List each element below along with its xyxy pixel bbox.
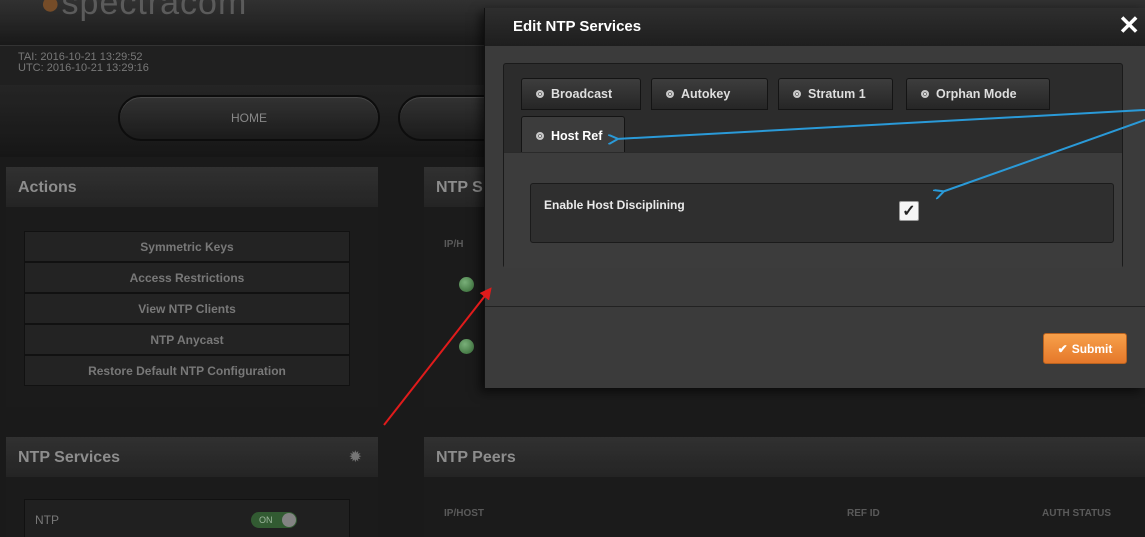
- radio-bullet-icon: [793, 90, 801, 98]
- radio-bullet-icon: [536, 90, 544, 98]
- modal-body: Broadcast Autokey Stratum 1 Orphan Mode …: [503, 63, 1123, 268]
- modal-title: Edit NTP Services: [513, 18, 642, 35]
- tab-broadcast[interactable]: Broadcast: [521, 78, 641, 110]
- tab-stratum-1[interactable]: Stratum 1: [778, 78, 893, 110]
- tab-orphan-mode[interactable]: Orphan Mode: [906, 78, 1050, 110]
- radio-bullet-icon: [666, 90, 674, 98]
- tab-host-ref-label: Host Ref: [551, 128, 603, 143]
- tab-stratum-1-label: Stratum 1: [808, 87, 866, 101]
- tab-host-ref[interactable]: Host Ref: [521, 116, 625, 154]
- tab-orphan-mode-label: Orphan Mode: [936, 87, 1017, 101]
- enable-host-disciplining-label: Enable Host Disciplining: [544, 198, 685, 212]
- submit-label: Submit: [1071, 341, 1113, 356]
- app-window: ●spectracom TAI: 2016-10-21 13:29:52 UTC…: [0, 0, 1145, 537]
- checkmark-icon: ✓: [902, 203, 916, 220]
- check-icon: ✔: [1057, 341, 1068, 356]
- radio-bullet-icon: [921, 90, 929, 98]
- enable-host-disciplining-row: Enable Host Disciplining ✓: [530, 183, 1114, 243]
- submit-button[interactable]: ✔ Submit: [1043, 333, 1127, 364]
- host-ref-tab-content: Enable Host Disciplining ✓: [504, 152, 1122, 268]
- close-icon[interactable]: ✕: [1118, 10, 1140, 40]
- tab-autokey-label: Autokey: [681, 87, 731, 101]
- modal-header: Edit NTP Services ✕: [485, 8, 1145, 46]
- radio-bullet-icon: [536, 131, 544, 140]
- tab-broadcast-label: Broadcast: [551, 87, 613, 101]
- edit-ntp-services-modal: Edit NTP Services ✕ Broadcast Autokey St…: [484, 8, 1145, 388]
- enable-host-disciplining-checkbox[interactable]: ✓: [899, 201, 919, 221]
- tab-autokey[interactable]: Autokey: [651, 78, 768, 110]
- modal-footer-divider: [485, 306, 1145, 307]
